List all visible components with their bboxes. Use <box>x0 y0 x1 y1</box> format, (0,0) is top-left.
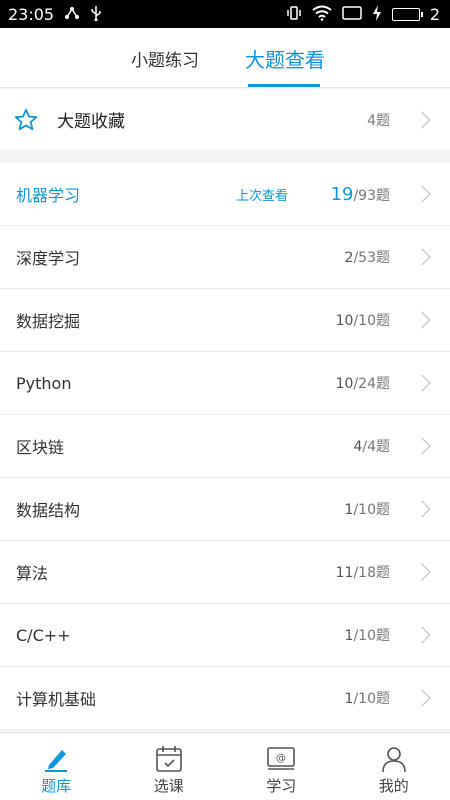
status-right: 2 <box>286 4 440 24</box>
nav-label: 选课 <box>153 777 184 795</box>
battery-icon <box>391 7 423 21</box>
total-count: /10题 <box>353 628 390 644</box>
category-count: 11 /18题 <box>336 562 390 582</box>
list-item[interactable]: 区块链 4 /4题 <box>0 415 450 478</box>
charging-icon <box>372 4 382 24</box>
list-item[interactable]: 数据结构 1 /10题 <box>0 478 450 541</box>
nav-courses[interactable]: 选课 <box>113 733 226 800</box>
category-count: 1 /10题 <box>345 688 390 708</box>
viewed-count: 1 <box>344 628 354 644</box>
list-item[interactable]: 计算机基础 1 /10题 <box>0 667 450 730</box>
list-item[interactable]: C/C++ 1 /10题 <box>0 604 450 667</box>
category-count: 10 /10题 <box>336 310 390 330</box>
list-item[interactable]: 深度学习 2 /53题 <box>0 226 450 289</box>
chevron-right-icon <box>413 500 431 518</box>
status-time: 23:05 <box>8 4 55 24</box>
window-icon <box>342 5 362 23</box>
total-count: /4题 <box>362 439 390 455</box>
star-icon <box>14 108 38 132</box>
status-bar: 23:05 2 <box>0 0 450 28</box>
tab-label: 大题查看 <box>245 47 325 72</box>
status-left: 23:05 <box>8 5 102 24</box>
category-label: 数据挖掘 <box>16 312 81 331</box>
wifi-icon <box>312 5 332 24</box>
category-label: 深度学习 <box>16 249 81 268</box>
list-item[interactable]: Python 10 /24题 <box>0 352 450 415</box>
share-icon <box>64 6 80 23</box>
category-label: 算法 <box>16 564 49 583</box>
total-count: /10题 <box>353 502 390 518</box>
viewed-count: 4 <box>353 439 363 455</box>
nav-label: 学习 <box>266 777 297 795</box>
monitor-icon: @ <box>266 745 296 773</box>
category-count: 10 /24题 <box>336 373 390 393</box>
category-count: 1 /10题 <box>345 625 390 645</box>
vibrate-icon <box>286 5 302 24</box>
category-count: 4 /4题 <box>353 436 390 456</box>
nav-study[interactable]: @ 学习 <box>225 733 338 800</box>
chevron-right-icon <box>413 374 431 392</box>
total-count: /18题 <box>353 565 390 581</box>
total-count: /10题 <box>353 691 390 707</box>
viewed-count: 11 <box>335 565 354 581</box>
tab-header: 小题练习 大题查看 <box>0 28 450 88</box>
battery-level: 2 <box>429 4 440 24</box>
category-count: 19 /93题 <box>331 184 390 205</box>
list-item[interactable]: 数据挖掘 10 /10题 <box>0 289 450 352</box>
favorites-count: 4题 <box>367 112 390 129</box>
list-item[interactable]: 算法 11 /18题 <box>0 541 450 604</box>
favorites-row[interactable]: 大题收藏 4题 <box>0 89 450 151</box>
category-count: 2 /53题 <box>345 247 390 267</box>
chevron-right-icon <box>413 689 431 707</box>
favorites-label: 大题收藏 <box>57 112 125 132</box>
total-count: /53题 <box>353 250 390 266</box>
category-label: 区块链 <box>16 438 65 457</box>
category-label: 计算机基础 <box>16 690 97 709</box>
viewed-count: 2 <box>344 250 354 266</box>
viewed-count: 19 <box>330 183 354 205</box>
usb-icon <box>90 5 102 24</box>
svg-text:@: @ <box>276 753 286 764</box>
nav-profile[interactable]: 我的 <box>338 733 450 800</box>
calendar-icon <box>154 745 184 773</box>
tab-long-questions[interactable]: 大题查看 <box>230 28 340 88</box>
viewed-count: 10 <box>335 376 354 392</box>
screen: 23:05 2 小题练习 大题查看 大题收藏 4题 机器学习 上次查看 19 /… <box>0 0 450 800</box>
total-count: /24题 <box>353 376 390 392</box>
tab-label: 小题练习 <box>131 50 199 71</box>
tab-short-questions[interactable]: 小题练习 <box>100 28 230 88</box>
tab-active-indicator <box>248 84 320 87</box>
category-label: C/C++ <box>16 625 71 645</box>
category-label: 数据结构 <box>16 501 81 520</box>
chevron-right-icon <box>413 185 431 203</box>
chevron-right-icon <box>413 111 431 129</box>
chevron-right-icon <box>413 437 431 455</box>
category-label: Python <box>16 373 72 393</box>
chevron-right-icon <box>413 563 431 581</box>
category-count: 1 /10题 <box>345 499 390 519</box>
last-viewed-tag: 上次查看 <box>236 188 289 204</box>
viewed-count: 10 <box>335 313 354 329</box>
viewed-count: 1 <box>344 691 354 707</box>
category-label: 机器学习 <box>16 186 81 205</box>
bottom-nav: 题库 选课 @ 学习 我的 <box>0 732 450 800</box>
total-count: /10题 <box>353 313 390 329</box>
category-list: 机器学习 上次查看 19 /93题 深度学习 2 /53题 数据挖掘 10 /1… <box>0 163 450 730</box>
chevron-right-icon <box>413 248 431 266</box>
user-icon <box>379 745 409 773</box>
chevron-right-icon <box>413 626 431 644</box>
nav-label: 题库 <box>41 777 72 795</box>
nav-label: 我的 <box>378 777 409 795</box>
list-item[interactable]: 机器学习 上次查看 19 /93题 <box>0 163 450 226</box>
chevron-right-icon <box>413 311 431 329</box>
total-count: /93题 <box>353 187 390 204</box>
viewed-count: 1 <box>344 502 354 518</box>
nav-question-bank[interactable]: 题库 <box>0 733 113 800</box>
pencil-icon <box>41 745 71 773</box>
